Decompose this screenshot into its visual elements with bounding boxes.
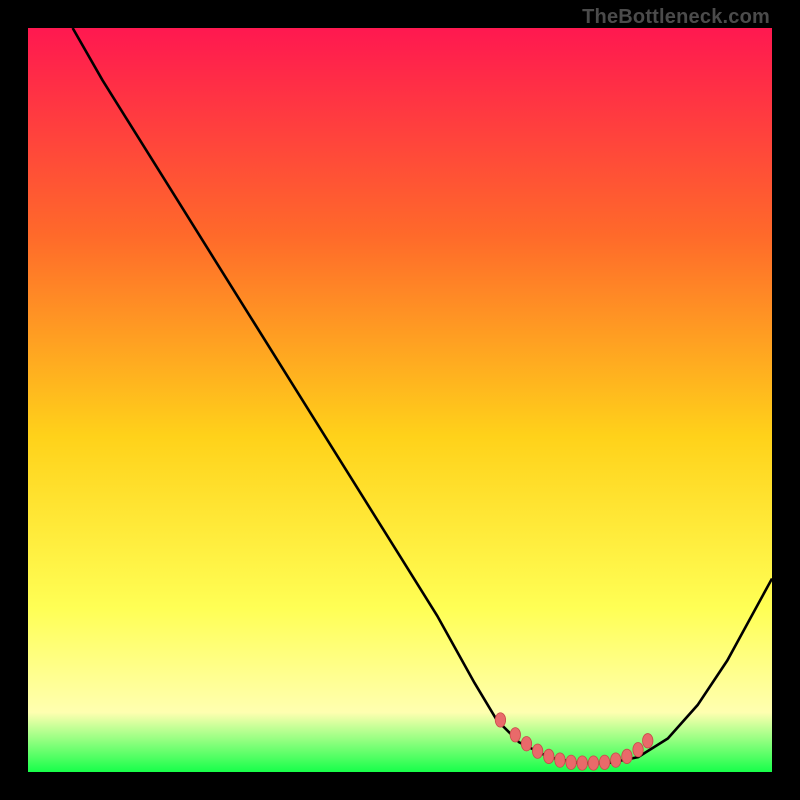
highlight-dot (510, 728, 520, 742)
highlight-dot (555, 753, 565, 767)
highlight-dot (521, 737, 531, 751)
chart-container: TheBottleneck.com (0, 0, 800, 800)
plot-area (28, 28, 772, 772)
highlight-dot (544, 749, 554, 763)
highlight-dot (599, 755, 609, 769)
highlight-dot (577, 756, 587, 770)
highlight-dot (622, 749, 632, 763)
chart-overlay (28, 28, 772, 772)
highlight-dot (532, 744, 542, 758)
watermark-label: TheBottleneck.com (582, 6, 770, 29)
highlight-dot (495, 713, 505, 727)
highlight-dot (588, 756, 598, 770)
highlight-dot (611, 753, 621, 767)
highlight-dot (643, 734, 653, 748)
bottleneck-curve (73, 28, 772, 763)
highlight-dot (633, 742, 643, 756)
highlight-dot (566, 755, 576, 769)
